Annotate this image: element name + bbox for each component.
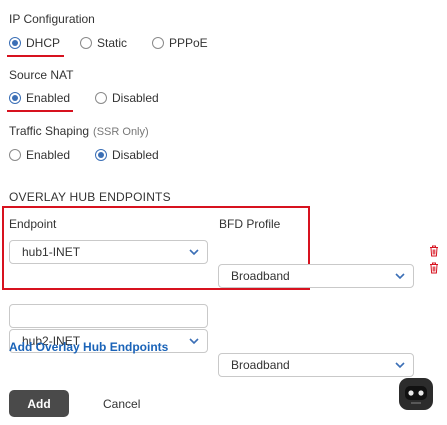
traffic-shaping-title: Traffic Shaping <box>9 124 90 138</box>
bfd-profile-value: Broadband <box>231 358 290 372</box>
source-nat-disabled-radio[interactable]: Disabled <box>95 91 159 105</box>
chevron-down-icon <box>395 362 405 369</box>
source-nat-enabled-radio[interactable]: Enabled <box>9 91 70 105</box>
source-nat-label: Source NAT <box>9 68 74 82</box>
chevron-down-icon <box>395 273 405 280</box>
radio-selected-icon <box>9 92 21 104</box>
add-button[interactable]: Add <box>9 390 69 417</box>
ip-config-dhcp-radio[interactable]: DHCP <box>9 36 60 50</box>
radio-label: Disabled <box>112 91 159 105</box>
radio-selected-icon <box>9 37 21 49</box>
endpoint-column-header: Endpoint <box>9 217 57 231</box>
chevron-down-icon <box>189 338 199 345</box>
radio-unselected-icon <box>95 92 107 104</box>
traffic-shaping-label: Traffic Shaping (SSR Only) <box>9 124 149 138</box>
radio-unselected-icon <box>152 37 164 49</box>
chevron-down-icon <box>189 249 199 256</box>
radio-label: Enabled <box>26 91 71 105</box>
endpoint-select[interactable] <box>9 304 208 328</box>
highlight-underline <box>7 110 73 112</box>
radio-selected-icon <box>95 149 107 161</box>
trash-icon[interactable] <box>429 245 439 257</box>
traffic-shaping-disabled-radio[interactable]: Disabled <box>95 148 159 162</box>
add-overlay-hub-endpoints-link[interactable]: Add Overlay Hub Endpoints <box>9 340 168 354</box>
cancel-button[interactable]: Cancel <box>103 397 140 411</box>
bfd-profile-value: Broadband <box>231 269 290 283</box>
highlight-underline <box>7 55 64 57</box>
traffic-shaping-enabled-radio[interactable]: Enabled <box>9 148 70 162</box>
radio-label: DHCP <box>26 36 61 50</box>
radio-label: Enabled <box>26 148 71 162</box>
endpoint-value: hub1-INET <box>22 245 81 259</box>
ip-config-static-radio[interactable]: Static <box>80 36 127 50</box>
radio-unselected-icon <box>9 149 21 161</box>
trash-icon[interactable] <box>429 262 439 274</box>
radio-label: PPPoE <box>169 36 208 50</box>
bot-icon[interactable] <box>397 376 435 412</box>
bfd-profile-select[interactable]: Broadband <box>218 264 414 288</box>
ip-config-label: IP Configuration <box>9 12 95 26</box>
bfd-column-header: BFD Profile <box>219 217 281 231</box>
bfd-profile-select[interactable]: Broadband <box>218 353 414 377</box>
traffic-shaping-note: (SSR Only) <box>93 126 149 138</box>
ip-config-pppoe-radio[interactable]: PPPoE <box>152 36 208 50</box>
radio-unselected-icon <box>80 37 92 49</box>
radio-label: Static <box>97 36 128 50</box>
radio-label: Disabled <box>112 148 159 162</box>
endpoint-select[interactable]: hub1-INET <box>9 240 208 264</box>
overlay-heading: OVERLAY HUB ENDPOINTS <box>9 190 171 204</box>
